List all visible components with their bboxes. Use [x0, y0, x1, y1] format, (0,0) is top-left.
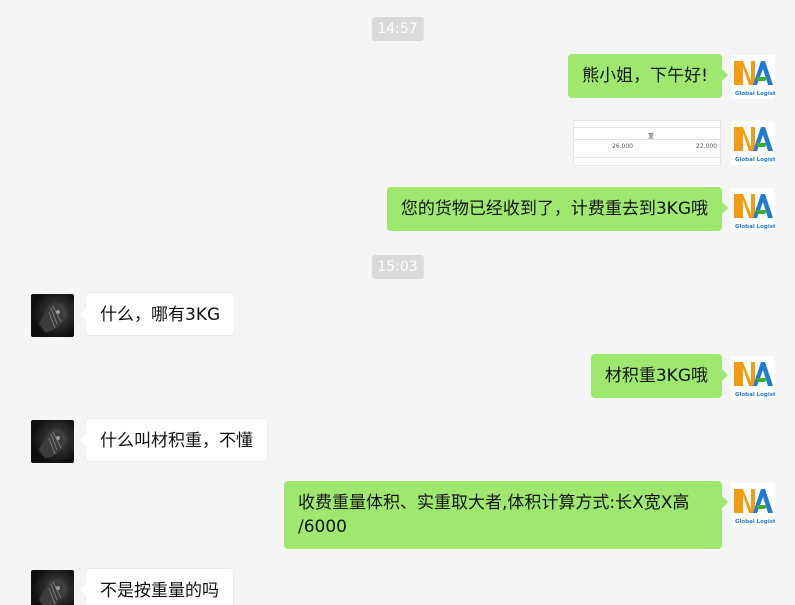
message-bubble-sent[interactable]: 您的货物已经收到了，计费重去到3KG哦 — [386, 187, 729, 231]
svg-text:Global Logistics: Global Logistics — [735, 519, 775, 525]
avatar-other[interactable] — [31, 294, 74, 337]
image-value-right: 22.000 — [696, 143, 717, 150]
svg-text:Global Logistics: Global Logistics — [735, 392, 775, 398]
company-logo-icon: Global Logistics — [734, 127, 775, 163]
svg-text:Global Logistics: Global Logistics — [735, 157, 775, 163]
image-divider — [574, 127, 720, 128]
message-bubble-received[interactable]: 什么叫材积重，不懂 — [80, 418, 268, 462]
message-line: /6000 — [298, 517, 347, 537]
avatar-me[interactable]: Global Logistics — [731, 188, 775, 232]
avatar-me[interactable]: Global Logistics — [731, 483, 775, 527]
message-bubble-sent[interactable]: 熊小姐，下午好! — [568, 54, 728, 98]
message-bubble-received[interactable]: 不是按重量的吗 — [80, 568, 234, 605]
image-value-left: 26.000 — [612, 143, 633, 150]
image-divider — [574, 157, 720, 158]
message-line: 收费重量体积、实重取大者,体积计算方式:长X宽X高 — [298, 493, 690, 513]
avatar-me[interactable]: Global Logistics — [731, 121, 775, 165]
company-logo-icon: Global Logistics — [734, 194, 775, 230]
timestamp: 14:57 — [371, 17, 424, 41]
profile-photo-icon — [39, 305, 64, 332]
image-message[interactable]: 重 26.000 22.000 — [573, 120, 721, 166]
image-header-text: 重 — [648, 133, 655, 140]
company-logo-icon: Global Logistics — [734, 61, 775, 97]
timestamp: 15:03 — [371, 255, 424, 279]
avatar-other[interactable] — [31, 420, 74, 463]
avatar-other[interactable] — [31, 570, 74, 605]
svg-text:Global Logistics: Global Logistics — [735, 224, 775, 230]
image-divider — [574, 139, 720, 140]
company-logo-icon: Global Logistics — [734, 362, 775, 398]
message-bubble-sent[interactable]: 材积重3KG哦 — [590, 354, 729, 398]
svg-text:Global Logistics: Global Logistics — [735, 91, 775, 97]
message-bubble-received[interactable]: 什么，哪有3KG — [79, 292, 236, 336]
profile-photo-icon — [39, 431, 64, 458]
company-logo-icon: Global Logistics — [734, 489, 775, 525]
profile-photo-icon — [39, 581, 64, 605]
avatar-me[interactable]: Global Logistics — [731, 55, 775, 99]
avatar-me[interactable]: Global Logistics — [731, 356, 775, 400]
chat-window: 14:57 熊小姐，下午好! Global Logistics 重 26.000… — [0, 0, 795, 605]
message-bubble-sent[interactable]: 收费重量体积、实重取大者,体积计算方式:长X宽X高 /6000 — [284, 481, 728, 549]
